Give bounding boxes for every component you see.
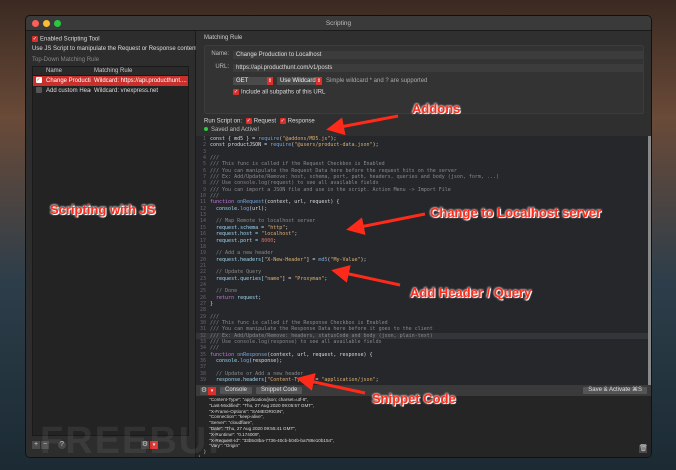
annotation-header: Add Header / Query [410, 285, 532, 300]
annotation-localhost: Change to Localhost server [430, 205, 602, 220]
annotation-snippet: Snippet Code [372, 391, 456, 406]
arrow-localhost [346, 212, 426, 236]
annotation-addons: Addons [412, 101, 461, 116]
arrow-snippet [296, 373, 366, 395]
annotation-scripting: Scripting with JS [50, 202, 156, 217]
arrow-addons [326, 114, 399, 136]
arrow-header [331, 265, 401, 287]
annotation-arrows [296, 114, 426, 395]
